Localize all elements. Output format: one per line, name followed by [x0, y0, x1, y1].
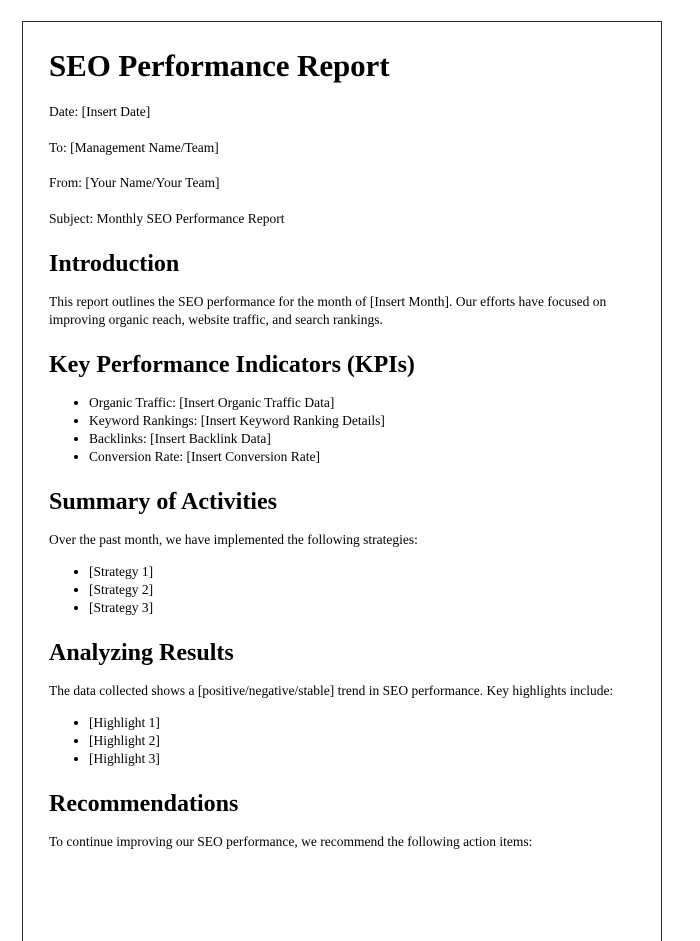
heading-kpis: Key Performance Indicators (KPIs): [49, 351, 415, 378]
meta-line-subject: Subject: Monthly SEO Performance Report: [49, 211, 285, 227]
list-item: [Highlight 3]: [89, 750, 621, 768]
list-item: Backlinks: [Insert Backlink Data]: [89, 430, 621, 448]
paragraph-summary-of-activities: Over the past month, we have implemented…: [49, 531, 418, 547]
list-item: Organic Traffic: [Insert Organic Traffic…: [89, 394, 621, 412]
heading-summary-of-activities: Summary of Activities: [49, 488, 277, 515]
list-kpis: Organic Traffic: [Insert Organic Traffic…: [49, 394, 621, 466]
heading-recommendations: Recommendations: [49, 790, 239, 817]
list-item: [Highlight 1]: [89, 714, 621, 732]
list-item: [Highlight 2]: [89, 732, 621, 750]
heading-introduction: Introduction: [49, 251, 180, 278]
heading-analyzing-results: Analyzing Results: [49, 639, 234, 666]
document-content: SEO Performance Report Date: [Insert Dat…: [23, 22, 661, 851]
paragraph-analyzing-results: The data collected shows a [positive/neg…: [49, 682, 614, 698]
meta-line-date: Date: [Insert Date]: [49, 103, 151, 119]
list-highlights: [Highlight 1] [Highlight 2] [Highlight 3…: [49, 714, 621, 768]
page-title: SEO Performance Report: [49, 48, 390, 83]
list-item: [Strategy 1]: [89, 563, 621, 581]
list-item: Conversion Rate: [Insert Conversion Rate…: [89, 448, 621, 466]
paragraph-recommendations: To continue improving our SEO performanc…: [49, 833, 533, 849]
paragraph-introduction: This report outlines the SEO performance…: [49, 293, 607, 327]
document-page: SEO Performance Report Date: [Insert Dat…: [22, 21, 662, 941]
list-item: [Strategy 3]: [89, 599, 621, 617]
list-strategies: [Strategy 1] [Strategy 2] [Strategy 3]: [49, 563, 621, 617]
meta-line-to: To: [Management Name/Team]: [49, 139, 219, 155]
list-item: Keyword Rankings: [Insert Keyword Rankin…: [89, 412, 621, 430]
meta-line-from: From: [Your Name/Your Team]: [49, 175, 220, 191]
list-item: [Strategy 2]: [89, 581, 621, 599]
